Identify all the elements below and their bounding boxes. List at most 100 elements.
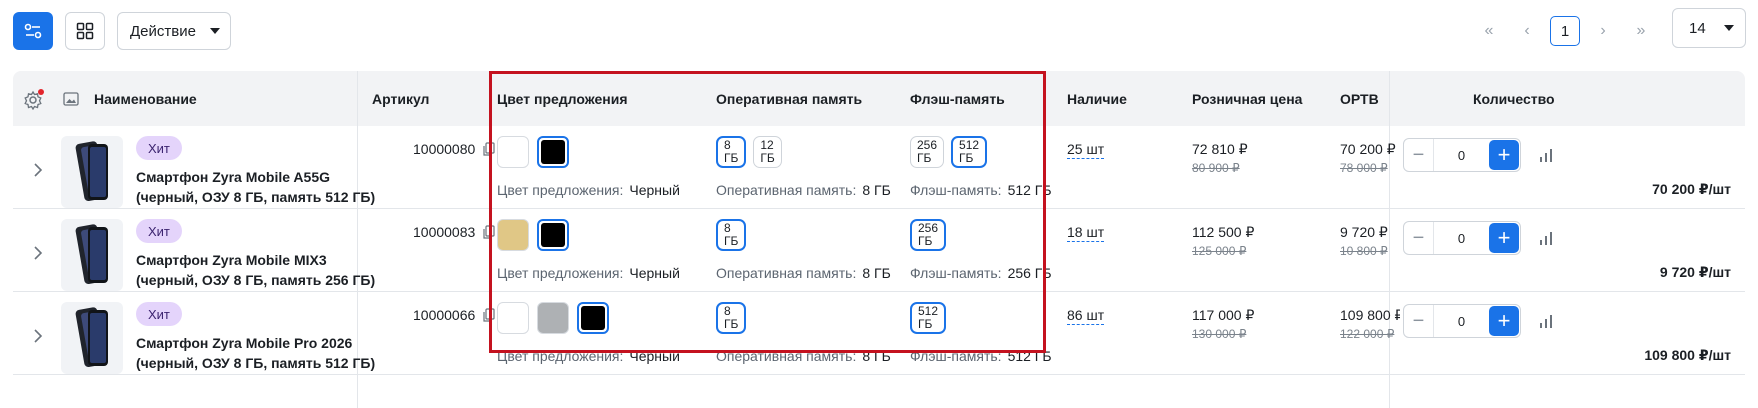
selected-flash: Флэш-память: 256 ГБ — [910, 265, 1052, 281]
col-name[interactable]: Наименование — [94, 71, 197, 126]
optv-current: 9 720 ₽ — [1340, 224, 1388, 240]
col-stock[interactable]: Наличие — [1067, 71, 1127, 126]
selected-flash-value: 512 ГБ — [1007, 348, 1052, 364]
flash-option[interactable]: 256 ГБ — [910, 219, 947, 251]
chevron-right-icon[interactable] — [31, 328, 45, 344]
table-header: Наименование Артикул Цвет предложения Оп… — [13, 71, 1745, 126]
flash-options: 256 ГБ 512 ГБ — [910, 136, 988, 168]
prev-page-icon[interactable]: ‹ — [1514, 18, 1540, 44]
color-swatch[interactable] — [537, 136, 569, 168]
selected-color-label: Цвет предложения: — [497, 348, 624, 364]
toolbar: Действие « ‹ 1 › » 14 — [0, 0, 1758, 62]
action-dropdown[interactable]: Действие — [117, 12, 231, 50]
next-page-icon[interactable]: › — [1590, 18, 1616, 44]
selected-ram: Оперативная память: 8 ГБ — [716, 265, 891, 281]
price-current: 72 810 ₽ — [1192, 141, 1248, 157]
optv-price: 109 800 ₽ 122 000 ₽ — [1340, 307, 1400, 341]
flash-options: 256 ГБ — [910, 219, 947, 251]
stock-value[interactable]: 25 шт — [1067, 141, 1105, 159]
quantity-input[interactable]: 0 — [1434, 231, 1489, 246]
copy-icon[interactable] — [483, 225, 495, 239]
current-page[interactable]: 1 — [1550, 16, 1580, 46]
ram-option[interactable]: 12 ГБ — [753, 136, 782, 168]
col-optv[interactable]: ОРТВ — [1340, 71, 1379, 126]
selected-color-label: Цвет предложения: — [497, 182, 624, 198]
col-ram[interactable]: Оперативная память — [716, 71, 862, 126]
article-number: 10000080 — [413, 141, 476, 157]
article-cell: 10000083 — [413, 224, 495, 240]
color-swatch[interactable] — [577, 302, 609, 334]
col-color[interactable]: Цвет предложения — [497, 71, 628, 126]
page-size-select[interactable]: 14 — [1672, 8, 1746, 48]
selected-flash: Флэш-память: 512 ГБ — [910, 348, 1052, 364]
minus-button[interactable]: − — [1404, 222, 1434, 254]
price-current: 117 000 ₽ — [1192, 307, 1255, 323]
stock-value[interactable]: 18 шт — [1067, 224, 1105, 242]
flash-option[interactable]: 256 ГБ — [910, 136, 945, 168]
flash-option[interactable]: 512 ГБ — [910, 302, 947, 334]
selected-ram-label: Оперативная память: — [716, 348, 857, 364]
selected-flash-value: 512 ГБ — [1007, 182, 1052, 198]
copy-icon[interactable] — [483, 142, 495, 156]
minus-button[interactable]: − — [1404, 305, 1434, 337]
flash-option[interactable]: 512 ГБ — [951, 136, 988, 168]
product-image[interactable] — [61, 302, 123, 374]
flash-options: 512 ГБ — [910, 302, 947, 334]
last-page-icon[interactable]: » — [1628, 18, 1654, 44]
color-swatch[interactable] — [497, 302, 529, 334]
product-image[interactable] — [61, 136, 123, 208]
plus-button[interactable]: + — [1489, 223, 1519, 253]
hit-badge: Хит — [136, 219, 182, 243]
plus-button[interactable]: + — [1489, 140, 1519, 170]
ram-option[interactable]: 8 ГБ — [716, 302, 747, 334]
optv-old: 122 000 ₽ — [1340, 327, 1395, 341]
caret-down-icon — [209, 28, 220, 34]
settings-icon[interactable] — [23, 71, 45, 126]
filter-settings-button[interactable] — [13, 12, 53, 50]
plus-button[interactable]: + — [1489, 306, 1519, 336]
bar-chart-icon[interactable] — [1539, 313, 1555, 329]
color-swatch[interactable] — [497, 136, 529, 168]
ram-option-unit: ГБ — [760, 151, 775, 165]
ram-option[interactable]: 8 ГБ — [716, 219, 747, 251]
grid-view-button[interactable] — [65, 12, 105, 50]
color-swatch[interactable] — [537, 219, 569, 251]
bar-chart-icon[interactable] — [1539, 147, 1555, 163]
grid-icon — [76, 22, 94, 40]
copy-icon[interactable] — [483, 308, 495, 322]
product-name[interactable]: Смартфон Zyra Mobile Pro 2026 (черный, О… — [136, 333, 386, 373]
quantity-input[interactable]: 0 — [1434, 314, 1489, 329]
chevron-right-icon[interactable] — [31, 245, 45, 261]
selected-flash-label: Флэш-память: — [910, 348, 1002, 364]
price-current: 112 500 ₽ — [1192, 224, 1255, 240]
color-swatches — [497, 302, 609, 334]
color-swatch[interactable] — [497, 219, 529, 251]
selected-flash-label: Флэш-память: — [910, 265, 1002, 281]
minus-button[interactable]: − — [1404, 139, 1434, 171]
selected-ram: Оперативная память: 8 ГБ — [716, 182, 891, 198]
optv-current: 109 800 ₽ — [1340, 307, 1400, 323]
col-flash[interactable]: Флэш-память — [910, 71, 1005, 126]
first-page-icon[interactable]: « — [1476, 18, 1502, 44]
hit-badge: Хит — [136, 136, 182, 160]
selected-color-value: Черный — [629, 265, 680, 281]
color-swatch[interactable] — [537, 302, 569, 334]
pagination: « ‹ 1 › » — [1470, 12, 1660, 50]
stock-value[interactable]: 86 шт — [1067, 307, 1105, 325]
quantity-input[interactable]: 0 — [1434, 148, 1489, 163]
quantity-control: −0 + — [1403, 304, 1555, 338]
product-name[interactable]: Смартфон Zyra Mobile A55G (черный, ОЗУ 8… — [136, 167, 386, 207]
ram-option[interactable]: 8 ГБ — [716, 136, 747, 168]
chevron-right-icon[interactable] — [31, 162, 45, 178]
caret-down-icon — [1723, 25, 1734, 31]
bar-chart-icon[interactable] — [1539, 230, 1555, 246]
col-quantity[interactable]: Количество — [1473, 71, 1555, 126]
selected-ram-label: Оперативная память: — [716, 265, 857, 281]
color-swatches — [497, 136, 569, 168]
col-retail-price[interactable]: Розничная цена — [1192, 71, 1302, 126]
product-image[interactable] — [61, 219, 123, 291]
product-name[interactable]: Смартфон Zyra Mobile MIX3 (черный, ОЗУ 8… — [136, 250, 386, 290]
products-table: Наименование Артикул Цвет предложения Оп… — [13, 71, 1745, 408]
unit-price: 109 800 ₽/шт — [1644, 347, 1731, 363]
col-article[interactable]: Артикул — [372, 71, 429, 126]
